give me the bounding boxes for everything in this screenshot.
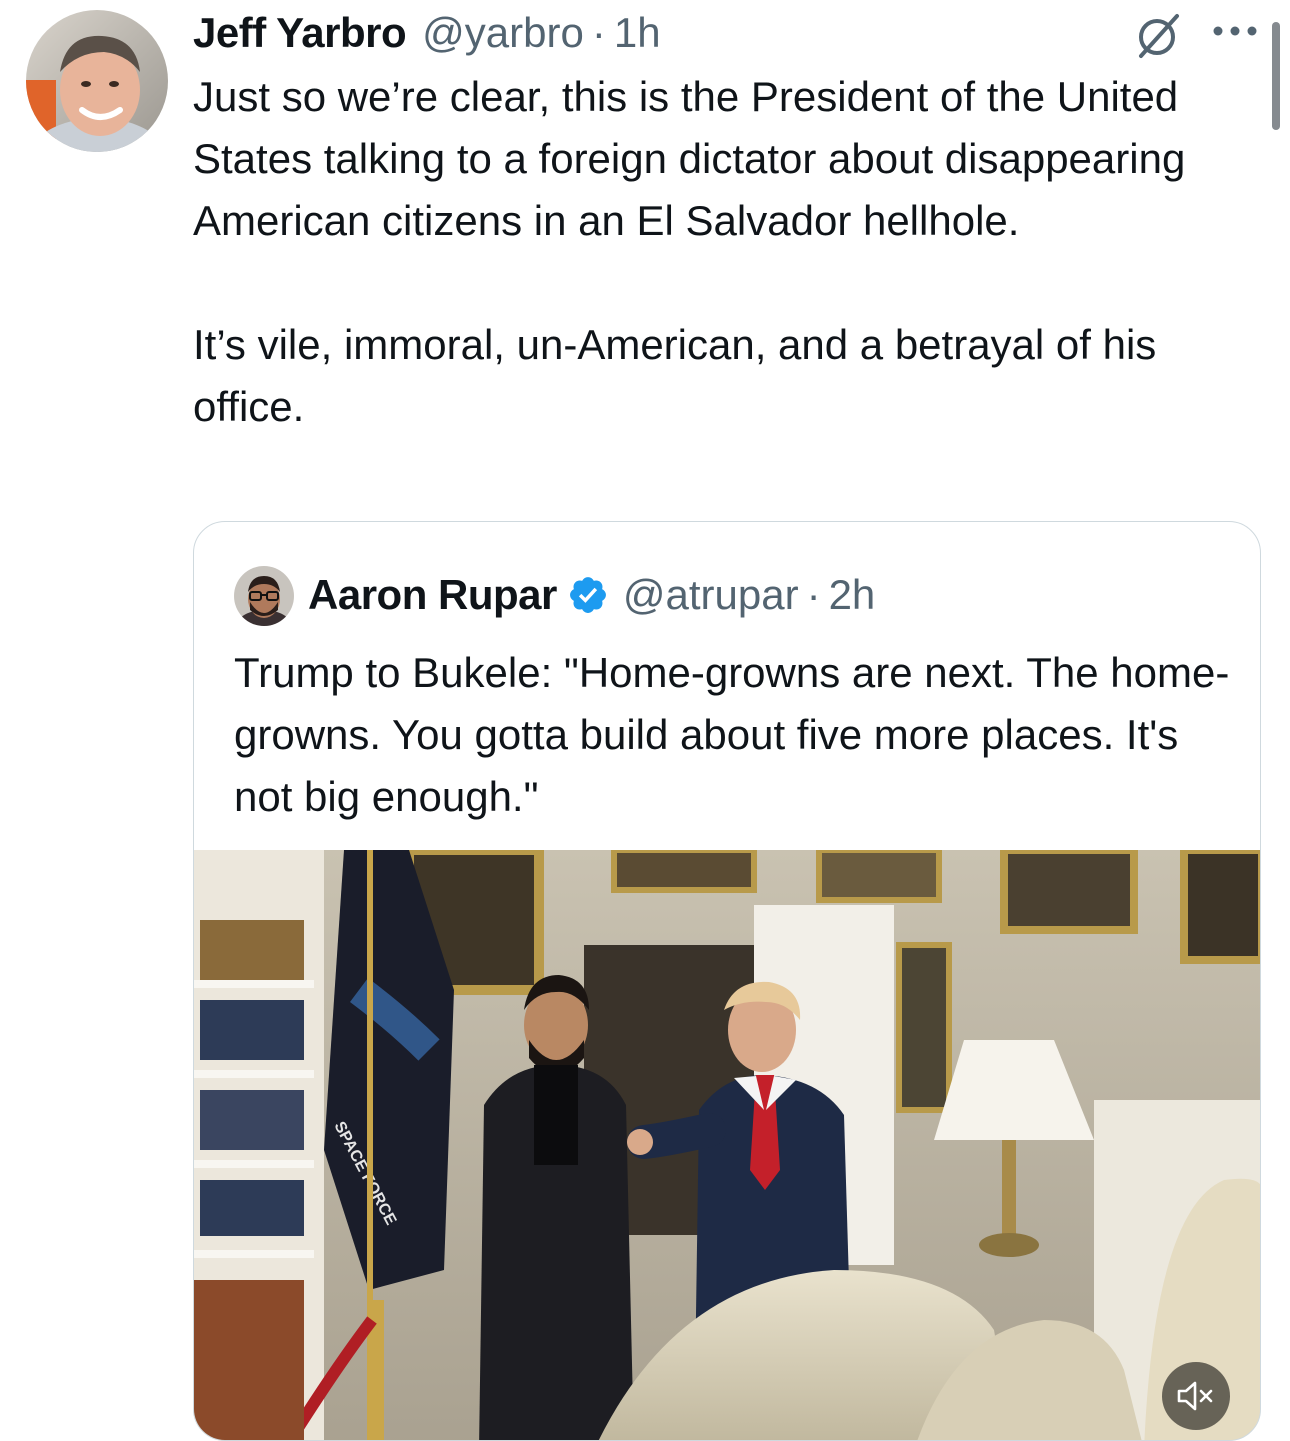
quoted-tweet-timestamp[interactable]: 2h: [829, 571, 876, 619]
author-handle[interactable]: @yarbro: [422, 9, 584, 57]
scrollbar[interactable]: [1272, 22, 1280, 130]
video-frame: SPACE FORCE: [194, 850, 1260, 1440]
separator-dot: ·: [806, 571, 821, 618]
author-name[interactable]: Jeff Yarbro: [193, 9, 407, 57]
verified-badge-icon: [569, 577, 606, 613]
separator-dot: ·: [591, 9, 606, 56]
quoted-author-name[interactable]: Aaron Rupar: [308, 571, 557, 619]
tweet-header: Jeff Yarbro @yarbro · 1h: [193, 8, 661, 58]
mute-toggle-button[interactable]: [1162, 1362, 1230, 1430]
more-options-icon[interactable]: [1212, 24, 1258, 38]
quoted-tweet[interactable]: Aaron Rupar @atrupar · 2h Trump to Bukel…: [193, 521, 1261, 1441]
author-avatar[interactable]: [26, 10, 168, 152]
quoted-tweet-header: Aaron Rupar @atrupar · 2h: [308, 570, 875, 620]
speaker-muted-icon: [1177, 1381, 1213, 1411]
quoted-tweet-text: Trump to Bukele: "Home-growns are next. …: [234, 649, 1230, 820]
author-avatar-image: [26, 10, 168, 152]
video-player[interactable]: SPACE FORCE: [194, 850, 1260, 1440]
tweet-timestamp[interactable]: 1h: [614, 9, 661, 57]
grok-icon[interactable]: [1133, 10, 1183, 60]
tweet-text: Just so we’re clear, this is the Preside…: [193, 73, 1186, 430]
quoted-author-avatar[interactable]: [234, 566, 294, 626]
quoted-author-handle[interactable]: @atrupar: [623, 571, 799, 619]
